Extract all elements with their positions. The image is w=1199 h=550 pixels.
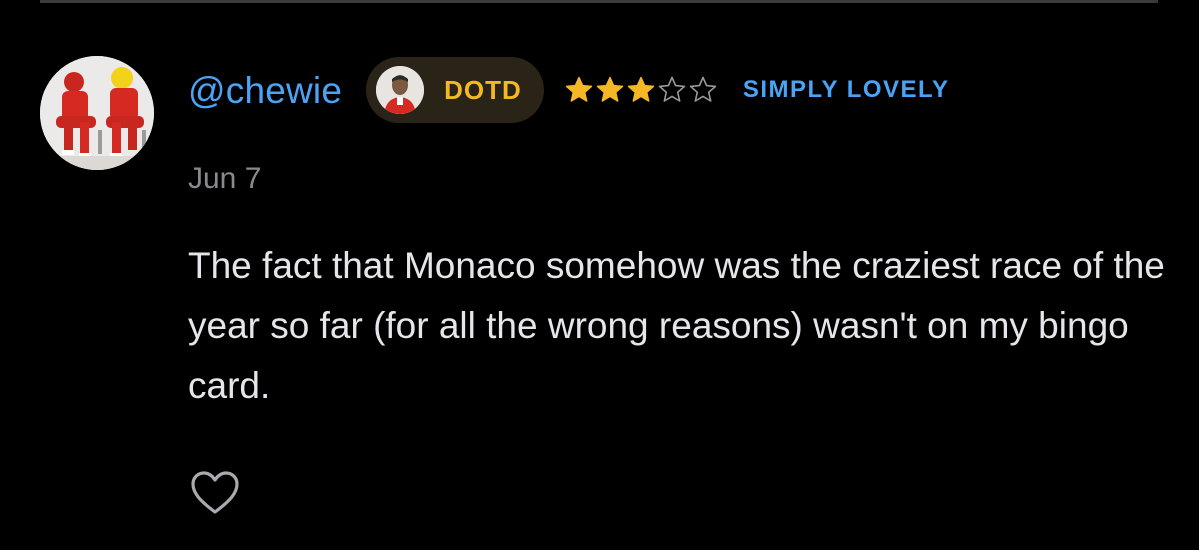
dotd-badge[interactable]: DOTD (366, 57, 544, 123)
star-filled-icon (627, 76, 654, 102)
star-empty-icon (658, 76, 686, 102)
username-link[interactable]: @chewie (188, 72, 342, 109)
review-text: The fact that Monaco somehow was the cra… (188, 245, 1165, 406)
like-button[interactable] (190, 470, 240, 516)
heart-icon (191, 471, 239, 514)
top-divider (40, 0, 1158, 3)
rating-label: SIMPLY LOVELY (742, 76, 950, 103)
review-date: Jun 7 (188, 162, 262, 195)
review-header: @chewie DOTD SIMPLY LOVELY (188, 56, 950, 124)
avatar-image (40, 56, 154, 170)
star-empty-icon (689, 76, 717, 102)
star-filled-icon (565, 76, 592, 102)
driver-avatar-icon (376, 66, 425, 114)
star-rating (564, 75, 719, 105)
star-filled-icon (596, 76, 623, 102)
user-avatar[interactable] (40, 56, 154, 170)
badge-label: DOTD (444, 74, 522, 105)
